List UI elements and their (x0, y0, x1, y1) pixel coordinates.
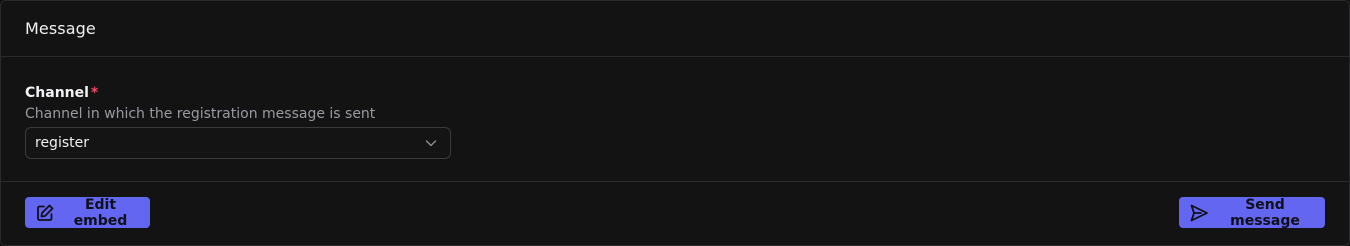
channel-label-row: Channel * (25, 84, 1349, 102)
send-message-label: Send message (1230, 196, 1300, 229)
message-card: Message Channel * Channel in which the r… (0, 0, 1350, 246)
channel-field: Channel * Channel in which the registrat… (1, 57, 1349, 182)
channel-select[interactable]: register (25, 127, 451, 159)
channel-help-text: Channel in which the registration messag… (25, 106, 376, 122)
channel-select-value: register (35, 135, 89, 151)
required-marker: * (90, 85, 99, 101)
edit-embed-button[interactable]: Edit embed (25, 196, 150, 229)
send-icon (1189, 203, 1209, 223)
edit-embed-label: Edit embed (73, 196, 128, 229)
card-header: Message (1, 1, 1349, 57)
chevron-down-icon (424, 136, 438, 150)
send-message-button[interactable]: Send message (1179, 196, 1325, 229)
card-footer: Edit embed Send message (1, 182, 1349, 245)
edit-icon (35, 203, 55, 223)
card-title: Message (25, 19, 96, 38)
channel-label: Channel (25, 85, 89, 101)
